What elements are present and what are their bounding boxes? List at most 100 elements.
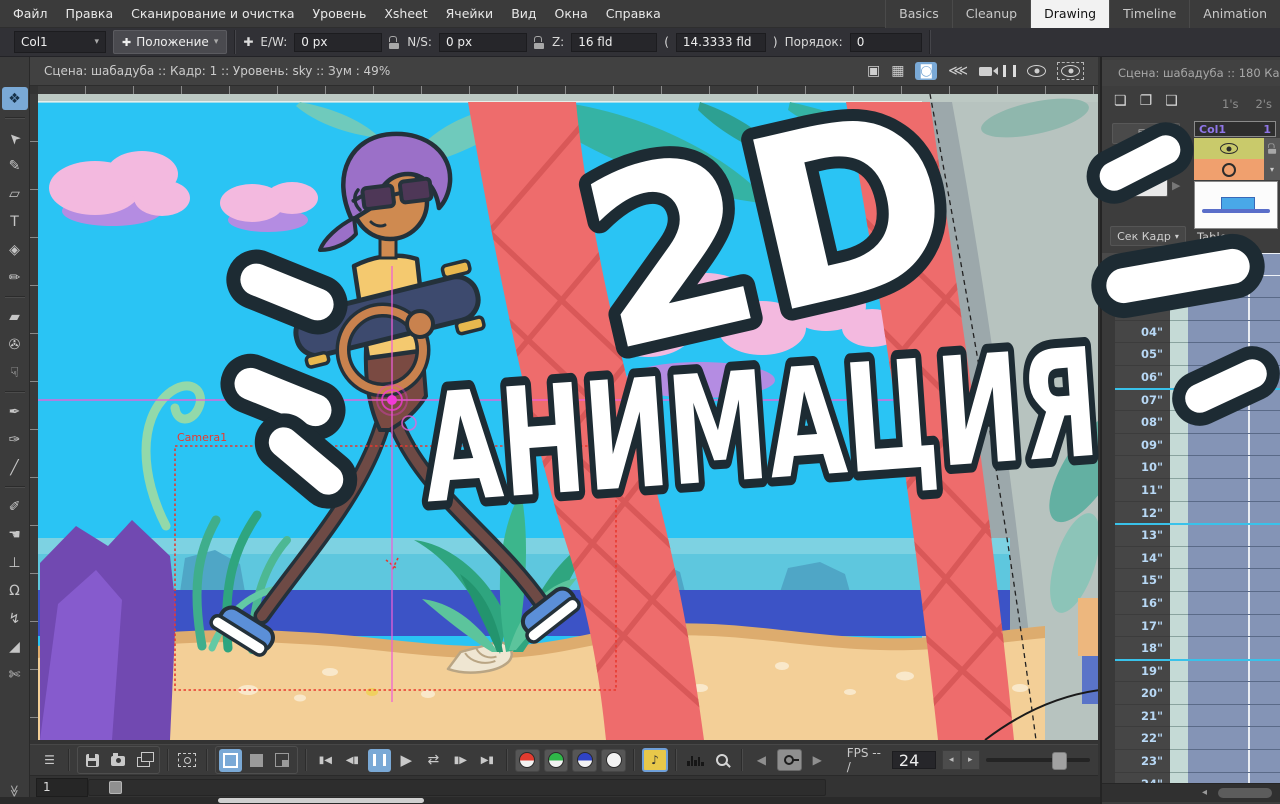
frame-row[interactable]: 11" [1102, 479, 1280, 502]
ruler-tool[interactable]: ╱ [2, 456, 28, 479]
fps-field[interactable]: 24 [892, 751, 936, 769]
xsheet-cell[interactable] [1188, 615, 1280, 638]
next-key-button[interactable]: ▶ [806, 749, 829, 772]
next-frame-button[interactable]: ▮▶ [449, 749, 472, 772]
xsheet-cell[interactable] [1188, 389, 1280, 412]
frame-row[interactable]: 05" [1102, 343, 1280, 366]
frame-row[interactable]: 08" [1102, 411, 1280, 434]
room-tab-cleanup[interactable]: Cleanup [952, 0, 1030, 28]
xsheet-cell[interactable] [1188, 298, 1280, 321]
frame-row[interactable]: 03" [1102, 298, 1280, 321]
rgb-picker-tool[interactable]: ✑ [2, 428, 28, 451]
column-selector-dropdown[interactable]: Col1 ▾ [14, 31, 106, 53]
xsheet-cell[interactable] [1188, 456, 1280, 479]
iron-tool[interactable]: ◢ [2, 635, 28, 658]
frame-row[interactable]: 17" [1102, 615, 1280, 638]
frame-row[interactable]: 02" [1102, 276, 1280, 299]
magnet-tool[interactable]: Ω [2, 579, 28, 602]
pinch-tool[interactable]: ☚ [2, 523, 28, 546]
frame-row[interactable]: 24" [1102, 773, 1280, 783]
fps-slider-thumb[interactable] [1052, 752, 1067, 770]
step-2s-button[interactable]: 2's [1255, 97, 1271, 111]
menu-item[interactable]: Сканирование и очистка [122, 0, 303, 27]
histogram-button[interactable] [684, 749, 707, 772]
room-tab-drawing[interactable]: Drawing [1030, 0, 1109, 28]
snapshot-button[interactable] [107, 749, 130, 772]
frame-row[interactable]: 06" [1102, 366, 1280, 389]
xsheet-cell[interactable] [1188, 321, 1280, 344]
preview-eye-icon[interactable] [1027, 65, 1046, 77]
selection-tool[interactable]: ➤ [2, 126, 28, 149]
subcamera-preview-icon[interactable] [1057, 62, 1084, 80]
xsheet-cell[interactable] [1188, 705, 1280, 728]
xsheet-menu-button[interactable]: ☰ [38, 749, 61, 772]
tape-tool[interactable]: ✇ [2, 333, 28, 356]
lock-icon[interactable] [389, 36, 400, 49]
xsheet-cell[interactable] [1188, 276, 1280, 299]
prev-column-arrow[interactable]: ◀ [1112, 179, 1120, 192]
loop-button[interactable]: ⇄ [422, 749, 445, 772]
previous-frame-button[interactable]: ◀▮ [341, 749, 364, 772]
eraser-tool[interactable]: ▰ [2, 305, 28, 328]
xsheet-cell[interactable]: sky [1188, 253, 1280, 276]
column-visibility-toggle[interactable] [1194, 138, 1264, 159]
add-cell-button[interactable]: + [1130, 176, 1168, 197]
all-channels-button[interactable] [601, 749, 626, 772]
pump-tool[interactable]: ⊥ [2, 551, 28, 574]
horizontal-scrollbar[interactable] [0, 797, 1100, 804]
more-tools-button[interactable]: ≫ [8, 784, 21, 798]
safe-area-icon[interactable]: ▣ [867, 63, 880, 79]
frame-slider[interactable] [88, 779, 826, 796]
order-field[interactable]: 0 [850, 33, 922, 52]
frame-row[interactable]: 04" [1102, 321, 1280, 344]
room-tab-basics[interactable]: Basics [885, 0, 952, 28]
menu-item[interactable]: Вид [502, 0, 545, 27]
scroll-left-arrow[interactable]: ◂ [1202, 787, 1207, 798]
xsheet-cell[interactable] [1188, 592, 1280, 615]
menu-item[interactable]: Ячейки [437, 0, 503, 27]
freeze-icon[interactable] [1003, 65, 1016, 77]
xsheet-scrollbar[interactable]: ◂ [1102, 783, 1280, 802]
scrollbar-thumb[interactable] [1218, 788, 1272, 798]
define-subcamera-button[interactable] [176, 749, 199, 772]
frame-row[interactable]: 09" [1102, 434, 1280, 457]
save-all-button[interactable] [81, 749, 104, 772]
tool-mode-dropdown[interactable]: ✚ Положение ▾ [113, 30, 227, 54]
scrollbar-thumb[interactable] [218, 798, 424, 803]
pause-button[interactable] [368, 749, 391, 772]
3d-view-icon[interactable]: ⋘ [948, 63, 968, 79]
new-level-icon[interactable]: ❐ [1140, 93, 1153, 109]
xsheet-cell[interactable] [1188, 727, 1280, 750]
z-field[interactable]: 16 fld [571, 33, 657, 52]
menu-item[interactable]: Справка [597, 0, 670, 27]
animate-tool[interactable]: ❖ [2, 87, 28, 110]
frame-row[interactable]: 10" [1102, 456, 1280, 479]
set-key-button[interactable] [777, 749, 802, 771]
menu-item[interactable]: Правка [57, 0, 123, 27]
fps-increase-button[interactable]: ▸ [961, 750, 980, 770]
xsheet-cell[interactable] [1188, 524, 1280, 547]
stage[interactable]: Camera1 [38, 94, 1098, 740]
lock-icon[interactable] [534, 36, 545, 49]
sec-frame-dropdown[interactable]: Сек Кадр ▾ [1110, 226, 1186, 246]
frame-row[interactable]: 20" [1102, 682, 1280, 705]
sound-button[interactable]: ♪ [642, 748, 668, 772]
brush-tool[interactable]: ✎ [2, 154, 28, 177]
frame-slider-thumb[interactable] [109, 781, 122, 794]
frame-row[interactable]: 18" [1102, 637, 1280, 660]
type-tool[interactable]: T [2, 210, 28, 233]
previous-key-button[interactable]: ◀ [750, 749, 773, 772]
first-frame-button[interactable]: ▮◀ [314, 749, 337, 772]
xsheet-cell[interactable] [1188, 502, 1280, 525]
white-background-button[interactable] [219, 749, 242, 772]
menu-item[interactable]: Уровень [304, 0, 376, 27]
paint-brush-tool[interactable]: ✏ [2, 266, 28, 289]
frame-row[interactable]: 14" [1102, 547, 1280, 570]
locator-button[interactable] [711, 749, 734, 772]
xsheet-cell[interactable] [1188, 343, 1280, 366]
camera-icon[interactable] [979, 67, 992, 76]
step-1s-button[interactable]: 1's [1222, 97, 1238, 111]
ns-field[interactable]: 0 px [439, 33, 527, 52]
toggle-panels-button[interactable]: ▤▸ [1112, 123, 1180, 144]
next-column-arrow[interactable]: ▶ [1172, 179, 1180, 192]
